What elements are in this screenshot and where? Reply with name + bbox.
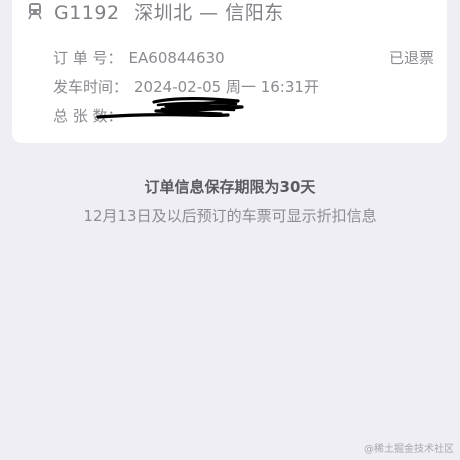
order-number-row: 订 单 号： EA60844630 (53, 48, 225, 68)
departure-value: 2024-02-05 周一 16:31开 (134, 78, 319, 96)
redaction-scribble (96, 96, 246, 124)
train-header: G1192 深圳北 — 信阳东 (26, 0, 284, 26)
train-title: G1192 深圳北 — 信阳东 (54, 0, 284, 25)
train-icon (26, 2, 44, 20)
train-number: G1192 (54, 1, 120, 24)
notice-title: 订单信息保存期限为30天 (144, 178, 316, 196)
refund-status: 已退票 (388, 49, 434, 67)
order-detail-page: G1192 深圳北 — 信阳东 订 单 号： EA60844630 已退票 发车时… (0, 0, 460, 460)
order-card[interactable]: G1192 深圳北 — 信阳东 订 单 号： EA60844630 已退票 发车时… (12, 0, 447, 143)
departure-row: 发车时间： 2024-02-05 周一 16:31开 (53, 77, 319, 97)
order-number-value: EA60844630 (128, 49, 225, 67)
notice-subtitle: 12月13日及以后预订的车票可显示折扣信息 (83, 207, 377, 225)
order-number-label: 订 单 号： (53, 49, 123, 67)
departure-label: 发车时间： (53, 78, 129, 96)
train-route: 深圳北 — 信阳东 (134, 1, 284, 24)
watermark: @稀土掘金技术社区 (364, 444, 454, 455)
